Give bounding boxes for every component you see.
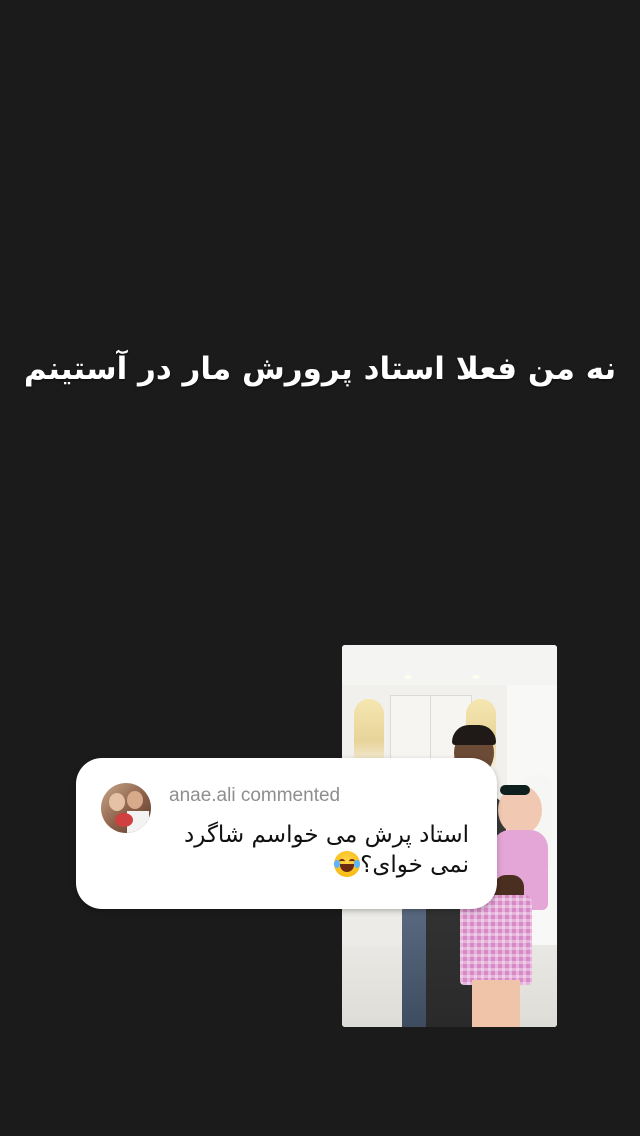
avatar[interactable]	[101, 783, 151, 833]
person-hair	[452, 725, 496, 745]
comment-username-line[interactable]: anae.ali commented	[169, 785, 340, 807]
comment-line-2-wrap: نمی خوای؟	[169, 850, 469, 880]
comment-reply-sticker[interactable]: anae.ali commented استاد پرش می خواسم شا…	[76, 758, 497, 909]
ceiling-light	[472, 675, 480, 679]
emoji-mouth	[340, 864, 355, 872]
avatar-person	[109, 793, 125, 811]
comment-text: استاد پرش می خواسم شاگرد نمی خوای؟	[169, 820, 469, 880]
doll-sunglasses	[500, 785, 530, 795]
ceiling-light	[404, 675, 412, 679]
comment-line-2: نمی خوای؟	[360, 852, 469, 878]
story-caption-text: نه من فعلا استاد پرورش مار در آستینم	[23, 351, 617, 387]
doll-legs	[472, 980, 520, 1027]
story-canvas: نه من فعلا استاد پرورش مار در آستینم ana…	[0, 0, 640, 1136]
video-ceiling	[342, 645, 557, 687]
avatar-bouquet	[115, 813, 133, 827]
comment-line-1: استاد پرش می خواسم شاگرد	[184, 822, 469, 848]
face-with-tears-of-joy-icon	[334, 851, 361, 877]
emoji-tear	[354, 860, 361, 868]
avatar-person	[127, 791, 143, 809]
